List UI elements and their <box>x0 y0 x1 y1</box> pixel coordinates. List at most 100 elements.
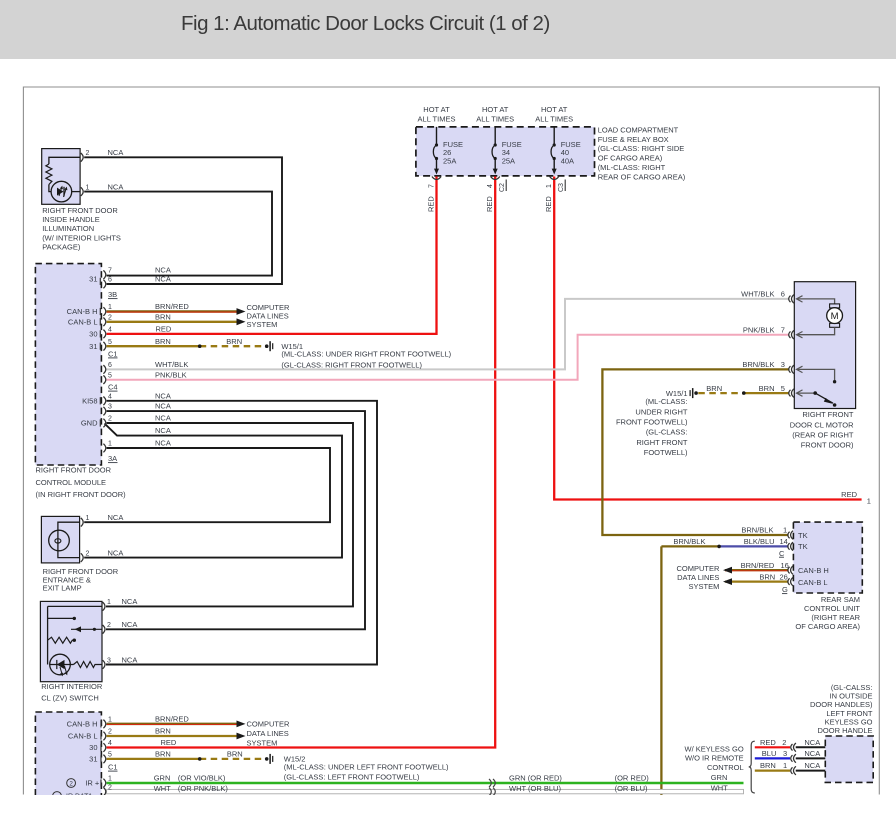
svg-text:6: 6 <box>108 362 112 369</box>
svg-text:BRN: BRN <box>227 750 243 759</box>
svg-text:W/ KEYLESS GO: W/ KEYLESS GO <box>685 745 744 754</box>
svg-text:PACKAGE): PACKAGE) <box>42 242 81 251</box>
svg-text:ALL TIMES: ALL TIMES <box>418 115 456 124</box>
svg-text:5: 5 <box>781 384 785 393</box>
svg-text:4: 4 <box>487 184 494 188</box>
svg-text:RED: RED <box>485 196 494 212</box>
svg-text:BRN: BRN <box>155 337 171 346</box>
svg-text:RED: RED <box>760 738 776 747</box>
svg-text:CAN-B L: CAN-B L <box>68 317 98 326</box>
svg-text:LOAD COMPARTMENT: LOAD COMPARTMENT <box>598 126 679 135</box>
svg-text:7: 7 <box>428 184 435 188</box>
svg-text:BRN: BRN <box>759 572 775 581</box>
svg-text:6: 6 <box>108 277 112 284</box>
svg-text:1: 1 <box>108 717 112 724</box>
svg-text:WHT (OR BLU): WHT (OR BLU) <box>509 784 561 793</box>
svg-text:CL (ZV) SWITCH: CL (ZV) SWITCH <box>41 693 99 702</box>
svg-text:CONTROL MODULE: CONTROL MODULE <box>36 478 107 487</box>
svg-text:NCA: NCA <box>108 548 124 557</box>
svg-text:DOOR HANDLES): DOOR HANDLES) <box>810 700 873 709</box>
svg-text:C: C <box>779 549 785 558</box>
svg-text:OF CARGO AREA): OF CARGO AREA) <box>598 154 663 163</box>
svg-text:BRN: BRN <box>155 750 171 759</box>
svg-text:26: 26 <box>780 572 788 581</box>
svg-text:3: 3 <box>781 360 785 369</box>
svg-text:CONTROL UNIT: CONTROL UNIT <box>804 604 860 613</box>
svg-text:5: 5 <box>108 339 112 346</box>
svg-text:NCA: NCA <box>122 655 138 664</box>
svg-text:2: 2 <box>782 738 786 747</box>
svg-text:REAR OF CARGO AREA): REAR OF CARGO AREA) <box>598 172 686 181</box>
svg-text:WHT/BLK: WHT/BLK <box>741 290 774 299</box>
svg-text:1: 1 <box>546 184 553 188</box>
svg-text:CAN-B L: CAN-B L <box>798 578 828 587</box>
svg-text:RIGHT FRONT DOOR: RIGHT FRONT DOOR <box>42 206 118 215</box>
svg-text:CAN-B H: CAN-B H <box>67 307 98 316</box>
svg-text:CAN-B H: CAN-B H <box>798 566 829 575</box>
svg-text:(RIGHT REAR: (RIGHT REAR <box>811 613 860 622</box>
svg-text:CONTROL: CONTROL <box>707 763 744 772</box>
svg-text:TK: TK <box>798 531 808 540</box>
svg-text:2: 2 <box>86 550 90 557</box>
svg-text:FOOTWELL): FOOTWELL) <box>644 448 688 457</box>
svg-text:C1: C1 <box>108 763 118 772</box>
svg-text:NCA: NCA <box>155 391 171 400</box>
svg-text:CAN-B H: CAN-B H <box>67 720 98 729</box>
svg-text:FRONT FOOTWELL): FRONT FOOTWELL) <box>616 418 688 427</box>
svg-text:NCA: NCA <box>108 182 124 191</box>
svg-text:31: 31 <box>89 755 97 764</box>
svg-text:GRN (OR RED): GRN (OR RED) <box>509 774 562 783</box>
svg-text:KI58: KI58 <box>82 396 97 405</box>
svg-text:1: 1 <box>867 496 871 505</box>
svg-text:2: 2 <box>107 622 111 629</box>
svg-text:LEFT FRONT: LEFT FRONT <box>826 709 873 718</box>
svg-text:C1: C1 <box>108 349 118 358</box>
svg-text:WHT: WHT <box>154 784 171 793</box>
svg-text:SYSTEM: SYSTEM <box>247 320 278 329</box>
svg-text:16: 16 <box>781 561 789 570</box>
svg-text:COMPUTER: COMPUTER <box>676 564 720 573</box>
svg-text:M: M <box>831 311 839 322</box>
svg-text:KEYLESS GO: KEYLESS GO <box>825 717 873 726</box>
svg-text:RIGHT INTERIOR: RIGHT INTERIOR <box>41 682 103 691</box>
svg-text:UNDER RIGHT: UNDER RIGHT <box>635 407 688 416</box>
svg-text:2: 2 <box>86 150 90 157</box>
svg-text:C4: C4 <box>108 383 118 392</box>
svg-text:BRN: BRN <box>706 384 722 393</box>
svg-text:3B: 3B <box>108 290 117 299</box>
svg-text:NCA: NCA <box>804 738 820 747</box>
svg-text:1: 1 <box>86 515 90 522</box>
svg-text:NCA: NCA <box>155 265 171 274</box>
svg-text:RIGHT FRONT DOOR: RIGHT FRONT DOOR <box>36 466 112 475</box>
svg-text:PNK/BLK: PNK/BLK <box>155 370 187 379</box>
svg-text:SYSTEM: SYSTEM <box>689 582 720 591</box>
svg-text:BRN/BLK: BRN/BLK <box>673 537 705 546</box>
svg-text:NCA: NCA <box>155 414 171 423</box>
svg-text:31: 31 <box>89 274 97 283</box>
svg-text:BRN: BRN <box>155 312 171 321</box>
svg-text:COMPUTER: COMPUTER <box>247 719 291 728</box>
svg-text:DATA LINES: DATA LINES <box>677 573 719 582</box>
svg-text:PNK/BLK: PNK/BLK <box>743 326 775 335</box>
svg-text:GRN: GRN <box>154 774 171 783</box>
svg-text:BRN: BRN <box>155 727 171 736</box>
svg-text:(GL-CLASS: RIGHT SIDE: (GL-CLASS: RIGHT SIDE <box>598 144 685 153</box>
svg-text:25A: 25A <box>443 156 456 165</box>
svg-text:1: 1 <box>108 776 112 783</box>
svg-text:NCA: NCA <box>122 597 138 606</box>
svg-text:RED: RED <box>841 490 857 499</box>
svg-text:(GL-CLASS: RIGHT FRONT FOOTWEL: (GL-CLASS: RIGHT FRONT FOOTWELL) <box>281 361 422 370</box>
svg-text:40A: 40A <box>561 156 574 165</box>
svg-text:(GL-CLASS: LEFT FRONT FOOTWELL: (GL-CLASS: LEFT FRONT FOOTWELL) <box>284 773 420 782</box>
svg-text:(GL-CLASS:: (GL-CLASS: <box>646 428 688 437</box>
svg-text:GND: GND <box>81 419 98 428</box>
svg-text:RIGHT FRONT: RIGHT FRONT <box>636 438 688 447</box>
svg-text:(OR VIO/BLK): (OR VIO/BLK) <box>178 774 226 783</box>
svg-text:(OR BLU): (OR BLU) <box>615 784 648 793</box>
svg-text:(OR PNK/BLK): (OR PNK/BLK) <box>178 784 229 793</box>
svg-text:OF CARGO AREA): OF CARGO AREA) <box>795 622 860 631</box>
svg-text:HOT AT: HOT AT <box>482 105 509 114</box>
svg-text:HOT AT: HOT AT <box>541 105 568 114</box>
svg-text:NCA: NCA <box>108 513 124 522</box>
svg-text:6: 6 <box>781 290 785 299</box>
